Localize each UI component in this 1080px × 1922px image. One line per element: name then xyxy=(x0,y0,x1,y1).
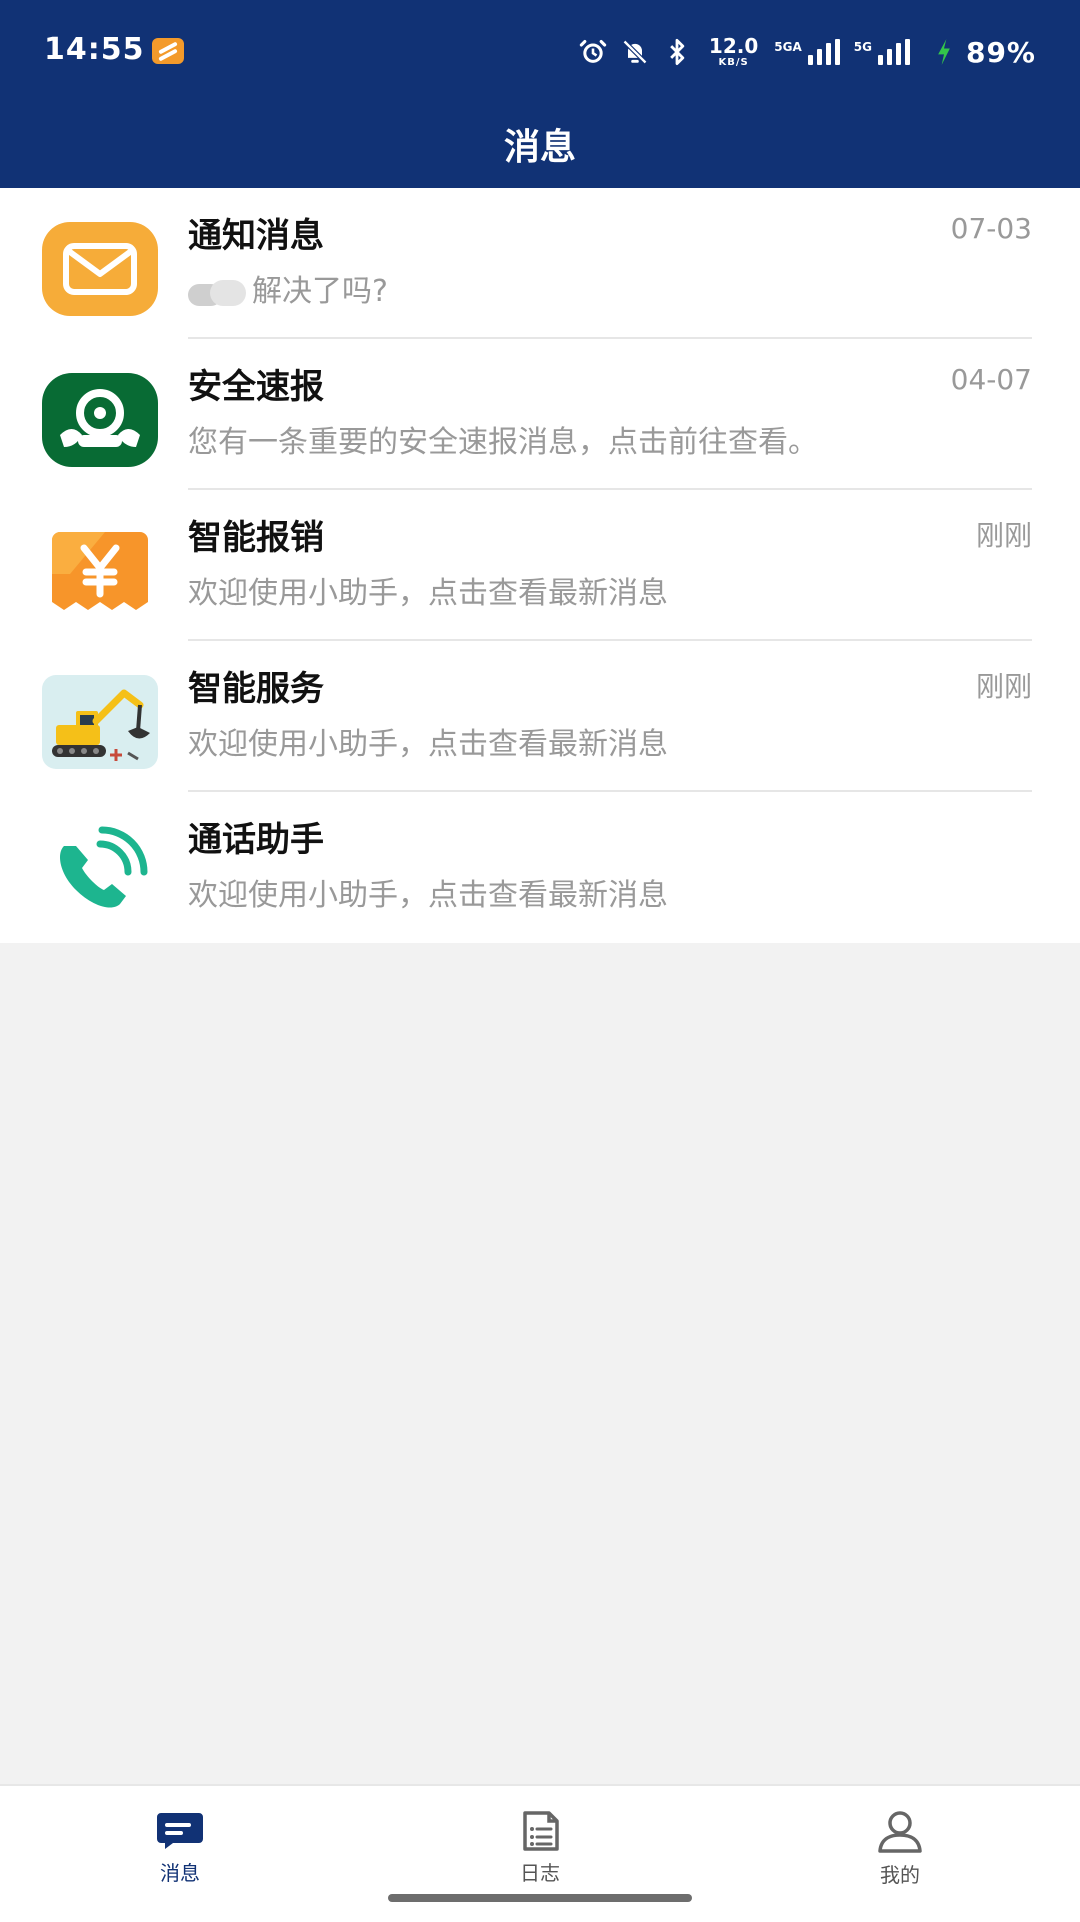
page-title: 消息 xyxy=(503,127,576,168)
signal-bars-icon-2 xyxy=(877,39,910,65)
list-item-call-assistant[interactable]: 通话助手 欢迎使用小助手，点击查看最新消息 xyxy=(0,792,1080,943)
excavator-icon xyxy=(42,675,158,769)
list-item-title: 智能服务 xyxy=(188,669,324,709)
network-type-label-2: 5G xyxy=(853,40,872,54)
nav-item-logs[interactable]: 日志 xyxy=(460,1802,620,1894)
status-time: 14:55 xyxy=(44,32,145,67)
app-notification-icon xyxy=(152,38,184,64)
nav-label: 日志 xyxy=(520,1860,560,1885)
list-item-notification[interactable]: 通知消息 解决了吗? 07-03 xyxy=(0,188,1080,339)
signal-5g: 5G xyxy=(854,39,910,65)
envelope-icon xyxy=(42,222,158,316)
charging-bolt-icon xyxy=(930,38,958,66)
list-item-preview: 您有一条重要的安全速报消息，点击前往查看。 xyxy=(188,425,818,460)
list-item-smart-reimbursement[interactable]: 智能报销 欢迎使用小助手，点击查看最新消息 刚刚 xyxy=(0,490,1080,641)
status-bar-right: 12.0 KB/S 5GA 5G 89% xyxy=(579,32,1036,72)
nav-item-profile[interactable]: 我的 xyxy=(820,1802,980,1894)
safety-icon xyxy=(42,373,158,467)
list-item-title: 安全速报 xyxy=(188,367,324,407)
network-type-label: 5GA xyxy=(774,40,802,54)
list-item-time: 刚刚 xyxy=(975,519,1032,552)
network-speed-unit: KB/S xyxy=(718,57,749,68)
list-item-title: 智能报销 xyxy=(188,518,324,558)
battery-percent: 89% xyxy=(965,35,1036,69)
list-item-time: 刚刚 xyxy=(975,670,1032,703)
list-item-preview: 解决了吗? xyxy=(188,266,388,310)
list-item-time: 04-07 xyxy=(950,363,1032,396)
nav-item-messages[interactable]: 消息 xyxy=(100,1802,260,1894)
home-indicator[interactable] xyxy=(388,1894,692,1902)
list-item-preview-text: 解决了吗? xyxy=(252,274,388,309)
network-speed-value: 12.0 xyxy=(708,34,759,58)
list-item-smart-service[interactable]: 智能服务 欢迎使用小助手，点击查看最新消息 刚刚 xyxy=(0,641,1080,792)
signal-bars-icon xyxy=(807,39,840,65)
list-item-preview: 欢迎使用小助手，点击查看最新消息 xyxy=(188,576,668,611)
document-icon xyxy=(523,1810,559,1851)
redacted-avatar xyxy=(188,279,248,306)
list-item-preview: 欢迎使用小助手，点击查看最新消息 xyxy=(188,878,668,913)
chat-icon xyxy=(157,1812,203,1849)
bluetooth-icon xyxy=(663,38,691,66)
list-item-safety-report[interactable]: 安全速报 您有一条重要的安全速报消息，点击前往查看。 04-07 xyxy=(0,339,1080,490)
mute-bell-icon xyxy=(621,38,649,66)
list-item-time: 07-03 xyxy=(950,212,1032,245)
signal-5ga: 5GA xyxy=(774,39,840,65)
battery-status: 89% xyxy=(930,36,1036,69)
phone-icon xyxy=(42,826,158,920)
user-icon xyxy=(878,1810,922,1853)
nav-label: 消息 xyxy=(160,1860,200,1885)
list-item-title: 通话助手 xyxy=(188,820,324,860)
header-bar: 14:55 12.0 KB/S 5GA 5G 89% 消息 xyxy=(0,0,1080,188)
yen-receipt-icon xyxy=(42,524,158,618)
list-item-preview: 欢迎使用小助手，点击查看最新消息 xyxy=(188,727,668,762)
alarm-icon xyxy=(579,38,607,66)
network-speed: 12.0 KB/S xyxy=(709,36,758,68)
nav-label: 我的 xyxy=(880,1862,920,1887)
list-item-title: 通知消息 xyxy=(188,216,324,256)
message-list: 通知消息 解决了吗? 07-03 安全速报 您有一条重要的安全速报消息，点击前往… xyxy=(0,188,1080,943)
